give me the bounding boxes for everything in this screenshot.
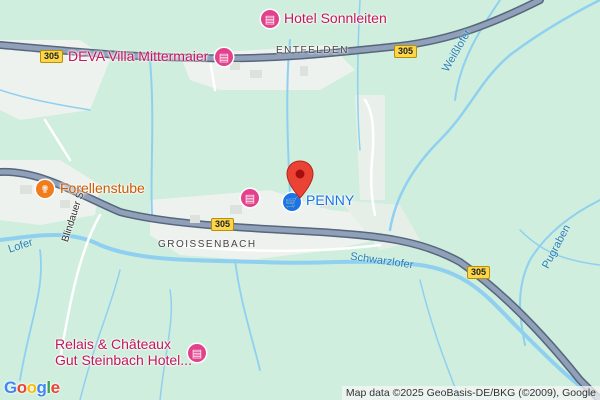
poi-hotel-sonnleiten[interactable]: Hotel Sonnleiten [284,10,387,26]
hotel-icon[interactable]: ▤ [261,10,279,28]
poi-relais-chateaux[interactable]: Relais & Châteaux Gut Steinbach Hotel... [55,336,192,368]
route-shield: 305 [211,218,235,231]
route-shield: 305 [394,45,418,58]
place-label-groissenbach: GROISSENBACH [158,239,257,250]
restaurant-icon[interactable]: ✟ [36,180,54,198]
route-shield: 305 [40,50,64,63]
google-logo: Google [4,378,60,397]
map-attribution[interactable]: Map data ©2025 GeoBasis-DE/BKG (©2009), … [341,386,600,400]
hotel-icon[interactable]: ▤ [241,189,259,207]
poi-deva-villa[interactable]: DEVA Villa Mittermaier [68,48,208,64]
poi-forellenstube[interactable]: Forellenstube [60,180,145,196]
place-label-entfelden: ENTFELDEN [276,45,349,56]
poi-relais-line2: Gut Steinbach Hotel... [55,352,192,368]
hotel-icon[interactable]: ▤ [188,344,206,362]
location-pin-icon[interactable] [285,160,315,200]
poi-relais-line1: Relais & Châteaux [55,336,171,352]
hotel-icon[interactable]: ▤ [215,48,233,66]
route-shield: 305 [467,266,491,279]
map-canvas[interactable]: 305 305 305 305 ENTFELDEN GROISSENBACH B… [0,0,600,400]
